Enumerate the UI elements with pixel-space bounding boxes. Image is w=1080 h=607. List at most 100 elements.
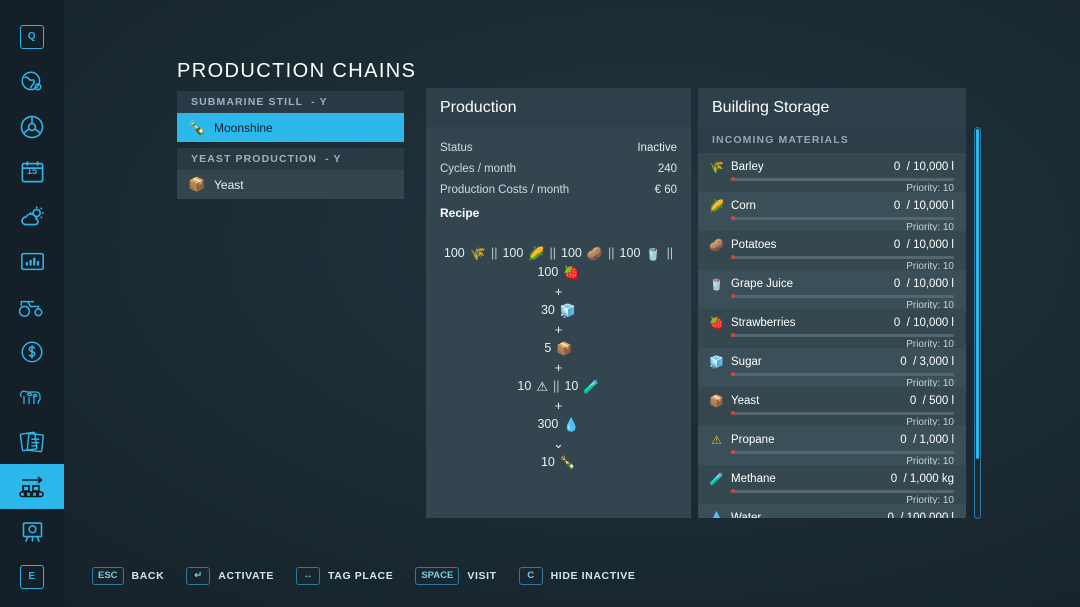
storage-row[interactable]: ⚠ Propane 0 / 1,000 l Priority: 10 <box>698 426 966 467</box>
sugar-icon: 🧊 <box>559 303 577 318</box>
storage-row[interactable]: 🧊 Sugar 0 / 3,000 l Priority: 10 <box>698 348 966 389</box>
weather-icon <box>18 203 46 231</box>
sidebar-item-contracts[interactable] <box>0 419 64 464</box>
recipe-ingredient-sugar: 30 🧊 <box>541 304 576 317</box>
storage-row[interactable]: 🌾 Barley 0 / 10,000 l Priority: 10 <box>698 153 966 194</box>
statistics-icon <box>19 248 46 275</box>
chain-row-yeast[interactable]: 📦 Yeast <box>177 170 404 199</box>
sidebar-item-animals[interactable] <box>0 374 64 419</box>
stat-key: Cycles / month <box>440 162 517 175</box>
storage-row[interactable]: 🌽 Corn 0 / 10,000 l Priority: 10 <box>698 192 966 233</box>
sidebar-item-key-e[interactable]: E <box>0 554 64 599</box>
production-chain-list: SUBMARINE STILL - Y 🍾 Moonshine YEAST PRO… <box>177 91 404 199</box>
storage-row-name: Sugar <box>731 355 762 368</box>
production-panel: Production Status Inactive Cycles / mont… <box>426 88 691 518</box>
storage-section-header: INCOMING MATERIALS <box>698 127 966 153</box>
hint-label: BACK <box>131 570 165 582</box>
barley-icon: 🌾 <box>469 246 486 261</box>
moonshine-icon: 🍾 <box>559 455 577 470</box>
storage-row-name: Water <box>731 511 762 519</box>
recipe-separator: || <box>552 379 560 394</box>
bottom-action-bar: ESC BACK ↵ ACTIVATE ↔ TAG PLACE SPACE VI… <box>92 567 635 585</box>
recipe-line-water: 300 💧 <box>440 415 677 434</box>
stat-value: 240 <box>657 162 677 175</box>
stat-value: € 60 <box>654 183 677 196</box>
storage-fill-bar <box>731 177 954 181</box>
recipe-ingredient-yeast: 5 📦 <box>544 342 572 355</box>
recipe-line-inputs-primary-wrap: 100 🍓 <box>440 263 677 282</box>
chain-row-moonshine[interactable]: 🍾 Moonshine <box>177 113 404 142</box>
storage-row-amount: 0 / 10,000 l <box>893 277 954 290</box>
storage-row-amount: 0 / 1,000 l <box>900 433 954 446</box>
key-space-icon: SPACE <box>415 567 460 585</box>
storage-scrollbar[interactable] <box>974 127 981 519</box>
sidebar: Q 15 E <box>0 0 64 607</box>
sidebar-item-calendar[interactable]: 15 <box>0 149 64 194</box>
storage-row[interactable]: 🥤 Grape Juice 0 / 10,000 l Priority: 10 <box>698 270 966 311</box>
hint-back[interactable]: ESC BACK <box>92 567 164 585</box>
storage-fill-marker <box>731 489 735 493</box>
sidebar-item-map[interactable] <box>0 59 64 104</box>
storage-fill-bar <box>731 411 954 415</box>
hint-hide-inactive[interactable]: C HIDE INACTIVE <box>518 567 636 585</box>
storage-fill-marker <box>731 411 735 415</box>
chain-group-title: SUBMARINE STILL <box>191 96 304 108</box>
storage-row-top: 📦 Yeast 0 / 500 l <box>708 392 954 409</box>
recipe-line-fuel: 10 ⚠ || 10 🧪 <box>440 377 677 396</box>
chain-group-title: YEAST PRODUCTION <box>191 153 318 165</box>
stat-key: Status <box>440 141 473 154</box>
storage-row-name: Corn <box>731 199 756 212</box>
recipe-ingredient-barley: 100 🌾 <box>444 247 486 260</box>
sidebar-item-weather[interactable] <box>0 194 64 239</box>
storage-row[interactable]: 💧 Water 0 / 100,000 l Priority: 10 <box>698 504 966 518</box>
storage-fill-marker <box>731 333 735 337</box>
chain-row-label: Moonshine <box>214 120 273 135</box>
recipe-amount: 100 <box>619 246 641 261</box>
storage-row[interactable]: 🧪 Methane 0 / 1,000 kg Priority: 10 <box>698 465 966 506</box>
production-stat-status: Status Inactive <box>440 137 677 158</box>
calendar-day-label: 15 <box>26 166 37 176</box>
recipe-separator: || <box>666 246 674 261</box>
sidebar-item-steering[interactable] <box>0 104 64 149</box>
hint-visit[interactable]: SPACE VISIT <box>415 567 496 585</box>
sidebar-item-finances[interactable] <box>0 329 64 374</box>
recipe-output-moonshine: 10 🍾 <box>541 456 576 469</box>
hint-label: VISIT <box>467 570 497 582</box>
key-esc-icon: ESC <box>92 567 124 585</box>
contracts-icon <box>18 427 47 456</box>
storage-row[interactable]: 🥔 Potatoes 0 / 10,000 l Priority: 10 <box>698 231 966 272</box>
storage-panel-title: Building Storage <box>712 98 830 116</box>
corn-icon: 🌽 <box>528 246 545 261</box>
hint-label: ACTIVATE <box>218 570 275 582</box>
storage-row-top: 🍓 Strawberries 0 / 10,000 l <box>708 314 954 331</box>
hint-label: HIDE INACTIVE <box>550 570 636 582</box>
storage-scrollbar-thumb[interactable] <box>976 129 979 459</box>
recipe-ingredient-strawberries: 100 🍓 <box>537 266 579 279</box>
storage-fill-marker <box>731 294 735 298</box>
strawberry-icon: 🍓 <box>709 315 724 330</box>
recipe-separator: || <box>549 246 557 261</box>
sidebar-item-key-q[interactable]: Q <box>0 14 64 59</box>
chain-group-key: - Y <box>311 96 328 108</box>
sugar-icon: 🧊 <box>709 354 724 369</box>
sidebar-item-construction[interactable] <box>0 509 64 554</box>
recipe-operator-plus-4: + <box>554 398 563 413</box>
hint-activate[interactable]: ↵ ACTIVATE <box>186 567 274 585</box>
sidebar-item-statistics[interactable] <box>0 239 64 284</box>
sidebar-item-vehicles[interactable] <box>0 284 64 329</box>
chain-group-key: - Y <box>325 153 342 165</box>
recipe-amount: 100 <box>443 246 465 261</box>
storage-row[interactable]: 🍓 Strawberries 0 / 10,000 l Priority: 10 <box>698 309 966 350</box>
storage-row-name: Potatoes <box>731 238 777 251</box>
storage-fill-bar <box>731 372 954 376</box>
storage-row[interactable]: 📦 Yeast 0 / 500 l Priority: 10 <box>698 387 966 428</box>
recipe-operator-produces: ⌄ <box>553 436 564 451</box>
key-c-icon: C <box>518 567 543 585</box>
sidebar-item-production[interactable] <box>0 464 64 509</box>
chain-group-header-submarine-still: SUBMARINE STILL - Y <box>177 91 404 113</box>
propane-icon: ⚠ <box>536 379 548 394</box>
storage-row-top: 🥤 Grape Juice 0 / 10,000 l <box>708 275 954 292</box>
storage-row-top: 🌾 Barley 0 / 10,000 l <box>708 158 954 175</box>
hint-tag-place[interactable]: ↔ TAG PLACE <box>296 567 393 585</box>
recipe-amount: 100 <box>502 246 524 261</box>
